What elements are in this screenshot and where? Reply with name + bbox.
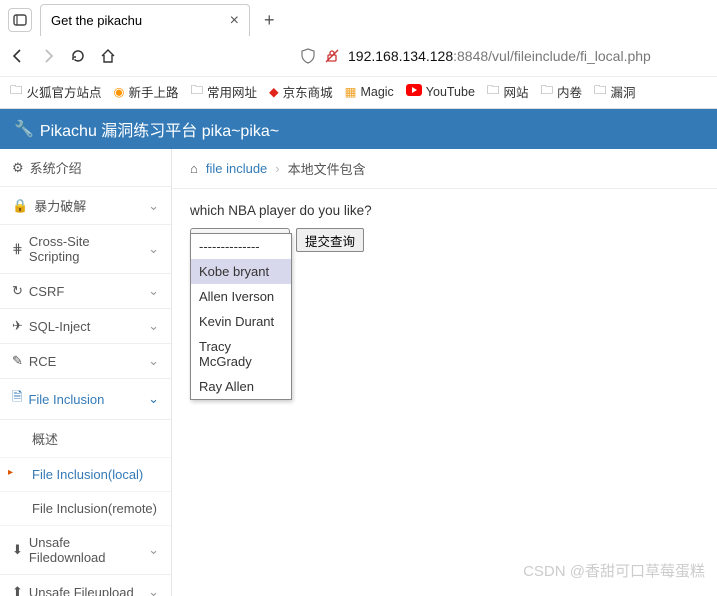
bookmark-item[interactable]: 🗀常用网址 xyxy=(190,81,257,102)
forward-button[interactable] xyxy=(40,48,56,64)
upload-icon: ⬆ xyxy=(12,584,23,596)
sidebar: ⚙系统介绍 🔒暴力破解⌄ ⋕Cross-Site Scripting⌄ ↻CSR… xyxy=(0,149,172,596)
recent-icon xyxy=(12,12,28,28)
wrench-icon: 🔧 xyxy=(14,119,34,139)
chevron-down-icon: ⌄ xyxy=(148,584,159,596)
folder-icon: 🗀 xyxy=(487,81,500,102)
close-icon[interactable]: × xyxy=(230,12,239,30)
submit-button[interactable]: 提交查询 xyxy=(296,228,364,252)
select-option[interactable]: Allen Iverson xyxy=(191,284,291,309)
breadcrumb-current: 本地文件包含 xyxy=(288,159,366,178)
pencil-icon: ✎ xyxy=(12,353,23,369)
select-option[interactable]: Kevin Durant xyxy=(191,309,291,334)
app-header: 🔧 Pikachu 漏洞练习平台 pika~pika~ xyxy=(0,109,717,149)
sidebar-item-xss[interactable]: ⋕Cross-Site Scripting⌄ xyxy=(0,225,171,274)
app-title: Pikachu 漏洞练习平台 pika~pika~ xyxy=(40,117,279,141)
chevron-down-icon: ⌄ xyxy=(148,241,159,257)
breadcrumb-link[interactable]: file include xyxy=(206,161,267,176)
folder-icon: 🗀 xyxy=(540,81,553,102)
tab-strip: Get the pikachu × + xyxy=(0,0,717,36)
sidebar-item-bruteforce[interactable]: 🔒暴力破解⌄ xyxy=(0,187,171,225)
refresh-icon: ↻ xyxy=(12,283,23,299)
url-text: 192.168.134.128:8848/vul/fileinclude/fi_… xyxy=(348,48,651,64)
bookmark-item[interactable]: 🗀内卷 xyxy=(540,81,582,102)
sidebar-item-fileinclusion[interactable]: 🗎File Inclusion⌄ xyxy=(0,379,171,420)
bookmark-item[interactable]: 🗀火狐官方站点 xyxy=(10,81,102,102)
youtube-icon xyxy=(406,82,422,101)
gears-icon: ⚙ xyxy=(12,160,24,176)
sidebar-item-intro[interactable]: ⚙系统介绍 xyxy=(0,149,171,187)
sidebar-sub-remote[interactable]: File Inclusion(remote) xyxy=(0,492,171,526)
app-body: ⚙系统介绍 🔒暴力破解⌄ ⋕Cross-Site Scripting⌄ ↻CSR… xyxy=(0,149,717,596)
question-text: which NBA player do you like? xyxy=(172,189,717,228)
bookmark-item[interactable]: 🗀漏洞 xyxy=(594,81,636,102)
magic-icon: ▦ xyxy=(345,84,357,99)
bookmark-item[interactable]: ◉新手上路 xyxy=(114,82,179,101)
firefox-icon: ◉ xyxy=(114,84,125,99)
address-bar[interactable]: 192.168.134.128:8848/vul/fileinclude/fi_… xyxy=(300,48,707,64)
sidebar-item-rce[interactable]: ✎RCE⌄ xyxy=(0,344,171,379)
insecure-icon xyxy=(324,48,340,64)
reload-button[interactable] xyxy=(70,48,86,64)
folder-icon: 🗀 xyxy=(594,81,607,102)
sidebar-sub-local[interactable]: File Inclusion(local) xyxy=(0,458,171,492)
file-icon: 🗎 xyxy=(12,388,22,410)
new-tab-button[interactable]: + xyxy=(258,10,281,31)
select-option[interactable]: -------------- xyxy=(191,234,291,259)
chevron-down-icon: ⌄ xyxy=(148,283,159,299)
lock-icon: 🔒 xyxy=(12,198,28,214)
bookmark-item[interactable]: YouTube xyxy=(406,82,475,101)
jd-icon: ◆ xyxy=(269,84,279,99)
browser-tab[interactable]: Get the pikachu × xyxy=(40,4,250,36)
nav-bar: 192.168.134.128:8848/vul/fileinclude/fi_… xyxy=(0,36,717,76)
select-dropdown: -------------- Kobe bryant Allen Iverson… xyxy=(190,233,292,400)
bug-icon: ⋕ xyxy=(12,241,23,257)
select-option[interactable]: Ray Allen xyxy=(191,374,291,399)
shield-icon xyxy=(300,48,316,64)
back-button[interactable] xyxy=(10,48,26,64)
plane-icon: ✈ xyxy=(12,318,23,334)
download-icon: ⬇ xyxy=(12,542,23,558)
home-button[interactable] xyxy=(100,48,116,64)
chevron-down-icon: ⌄ xyxy=(148,353,159,369)
bookmark-item[interactable]: 🗀网站 xyxy=(487,81,529,102)
sidebar-item-sqli[interactable]: ✈SQL-Inject⌄ xyxy=(0,309,171,344)
breadcrumb-sep: › xyxy=(275,161,279,176)
chevron-down-icon: ⌄ xyxy=(148,542,159,558)
browser-chrome: Get the pikachu × + 192.168.134.128:8848… xyxy=(0,0,717,109)
sidebar-item-filedownload[interactable]: ⬇Unsafe Filedownload⌄ xyxy=(0,526,171,575)
chevron-down-icon: ⌄ xyxy=(148,198,159,214)
sidebar-sub-overview[interactable]: 概述 xyxy=(0,420,171,458)
bookmarks-bar: 🗀火狐官方站点 ◉新手上路 🗀常用网址 ◆京东商城 ▦Magic YouTube… xyxy=(0,76,717,108)
select-option[interactable]: Kobe bryant xyxy=(191,259,291,284)
recent-tabs-button[interactable] xyxy=(8,8,32,32)
breadcrumb: ⌂ file include › 本地文件包含 xyxy=(172,149,717,189)
tab-title: Get the pikachu xyxy=(51,13,222,28)
content-area: ⌂ file include › 本地文件包含 which NBA player… xyxy=(172,149,717,596)
watermark: CSDN @香甜可口草莓蛋糕 xyxy=(523,560,705,581)
folder-icon: 🗀 xyxy=(10,81,23,102)
bookmark-item[interactable]: ◆京东商城 xyxy=(269,82,333,101)
bookmark-item[interactable]: ▦Magic xyxy=(345,84,394,99)
home-icon[interactable]: ⌂ xyxy=(190,161,198,176)
folder-icon: 🗀 xyxy=(190,81,203,102)
select-option[interactable]: Tracy McGrady xyxy=(191,334,291,374)
sidebar-item-csrf[interactable]: ↻CSRF⌄ xyxy=(0,274,171,309)
sidebar-item-fileupload[interactable]: ⬆Unsafe Fileupload⌄ xyxy=(0,575,171,596)
chevron-down-icon: ⌄ xyxy=(148,391,159,407)
chevron-down-icon: ⌄ xyxy=(148,318,159,334)
